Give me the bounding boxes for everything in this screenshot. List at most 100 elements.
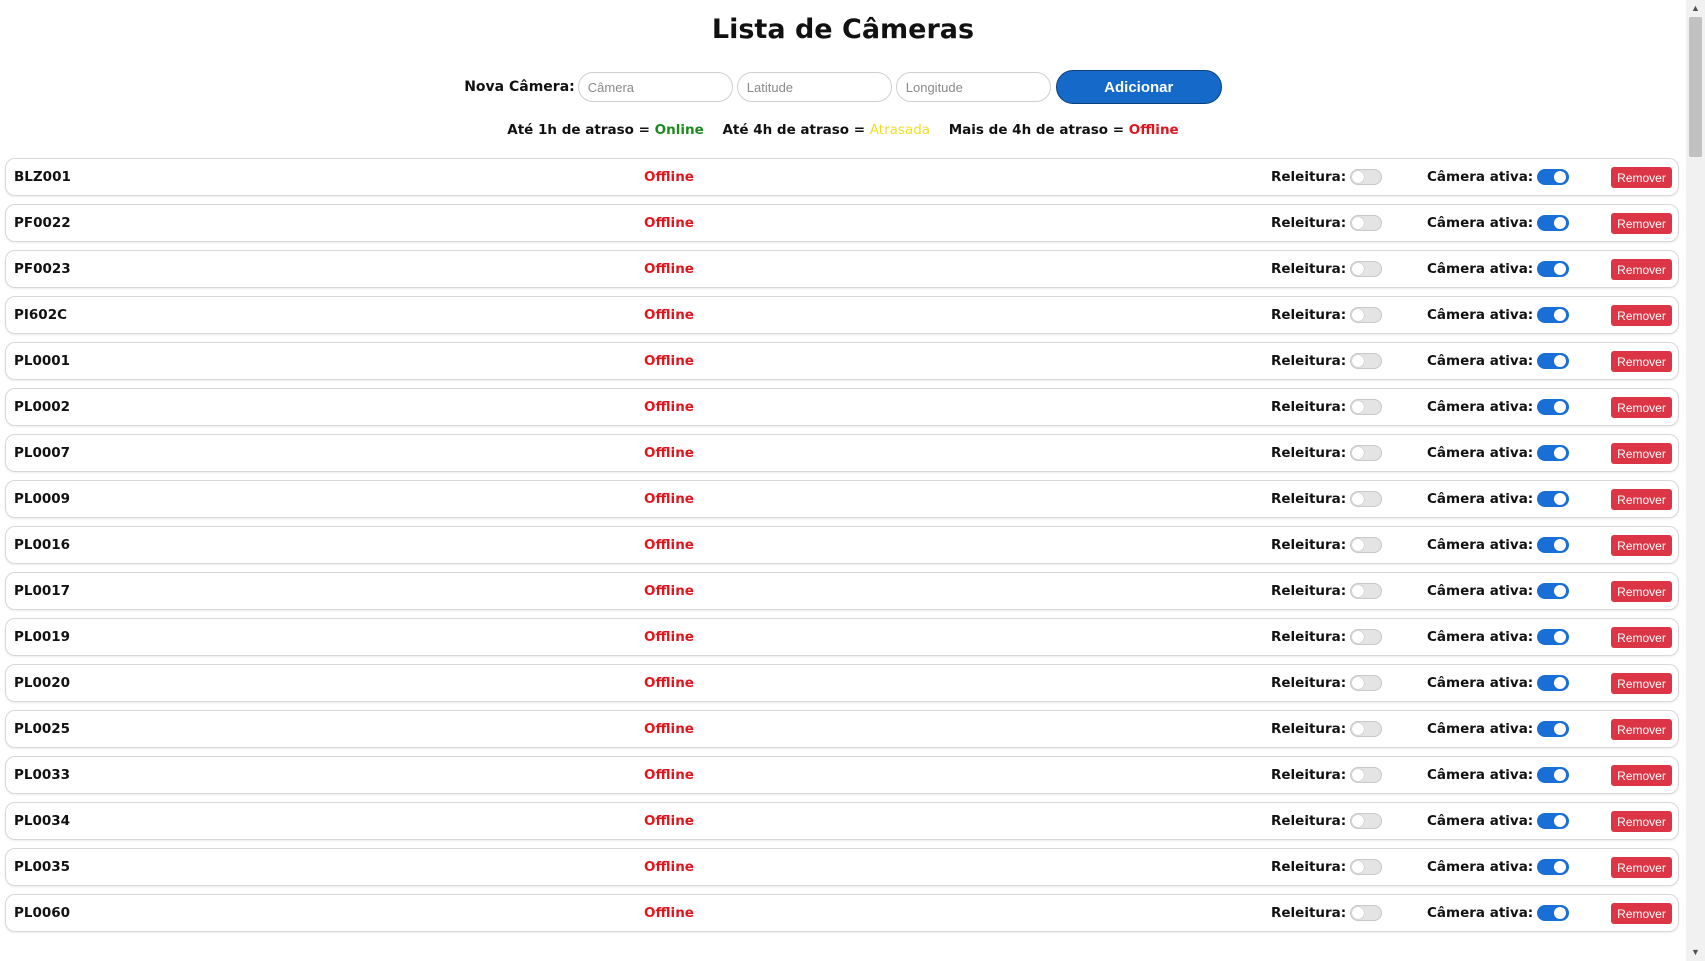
active-label: Câmera ativa: — [1427, 537, 1534, 553]
reread-toggle[interactable] — [1350, 583, 1383, 599]
reread-toggle[interactable] — [1350, 905, 1383, 921]
camera-status: Offline — [644, 353, 694, 369]
camera-row: PL0009 Offline Releitura: Câmera ativa: Remo… — [5, 480, 1679, 518]
toggle-knob — [1352, 769, 1365, 781]
reread-label: Releitura: — [1271, 537, 1347, 553]
remove-button[interactable]: Remover — [1611, 857, 1672, 878]
camera-name: PL0034 — [14, 813, 71, 829]
reread-control: Releitura: — [1271, 711, 1383, 747]
scroll-down-arrow-icon[interactable]: ▼ — [1686, 944, 1705, 961]
active-toggle[interactable] — [1537, 169, 1570, 185]
toggle-knob — [1352, 493, 1365, 505]
camera-status: Offline — [644, 813, 694, 829]
remove-button[interactable]: Remover — [1611, 811, 1672, 832]
toggle-knob — [1554, 585, 1567, 597]
legend-offline-prefix: Mais de 4h de atraso = — [948, 122, 1129, 138]
remove-button[interactable]: Remover — [1611, 719, 1672, 740]
reread-toggle[interactable] — [1350, 813, 1383, 829]
camera-name: PL0002 — [14, 399, 71, 415]
reread-toggle[interactable] — [1350, 767, 1383, 783]
remove-button[interactable]: Remover — [1611, 673, 1672, 694]
reread-label: Releitura: — [1271, 169, 1347, 185]
camera-row: PL0034 Offline Releitura: Câmera ativa: Remo… — [5, 802, 1679, 840]
reread-toggle[interactable] — [1350, 859, 1383, 875]
active-toggle[interactable] — [1537, 353, 1570, 369]
active-toggle[interactable] — [1537, 767, 1570, 783]
active-label: Câmera ativa: — [1427, 261, 1534, 277]
active-toggle[interactable] — [1537, 583, 1570, 599]
active-toggle[interactable] — [1537, 859, 1570, 875]
latitude-input[interactable] — [736, 72, 892, 102]
remove-button[interactable]: Remover — [1611, 581, 1672, 602]
reread-toggle[interactable] — [1350, 675, 1383, 691]
camera-name: PL0017 — [14, 583, 71, 599]
active-label: Câmera ativa: — [1427, 813, 1534, 829]
active-control: Câmera ativa: — [1427, 711, 1570, 747]
active-toggle[interactable] — [1537, 445, 1570, 461]
reread-toggle[interactable] — [1350, 537, 1383, 553]
active-toggle[interactable] — [1537, 905, 1570, 921]
remove-button[interactable]: Remover — [1611, 351, 1672, 372]
camera-row: PL0019 Offline Releitura: Câmera ativa: Remo… — [5, 618, 1679, 656]
remove-button[interactable]: Remover — [1611, 259, 1672, 280]
reread-toggle[interactable] — [1350, 399, 1383, 415]
reread-toggle[interactable] — [1350, 445, 1383, 461]
reread-label: Releitura: — [1271, 675, 1347, 691]
active-control: Câmera ativa: — [1427, 849, 1570, 885]
remove-button[interactable]: Remover — [1611, 627, 1672, 648]
remove-button[interactable]: Remover — [1611, 305, 1672, 326]
active-toggle[interactable] — [1537, 675, 1570, 691]
page-scrollbar[interactable]: ▲ ▼ — [1686, 0, 1705, 961]
active-toggle[interactable] — [1537, 399, 1570, 415]
reread-toggle[interactable] — [1350, 721, 1383, 737]
active-toggle[interactable] — [1537, 491, 1570, 507]
reread-control: Releitura: — [1271, 297, 1383, 333]
remove-button[interactable]: Remover — [1611, 765, 1672, 786]
toggle-knob — [1352, 631, 1365, 643]
reread-toggle[interactable] — [1350, 261, 1383, 277]
reread-label: Releitura: — [1271, 767, 1347, 783]
remove-button[interactable]: Remover — [1611, 903, 1672, 924]
active-toggle[interactable] — [1537, 307, 1570, 323]
camera-name: PL0033 — [14, 767, 71, 783]
camera-status: Offline — [644, 537, 694, 553]
active-control: Câmera ativa: — [1427, 205, 1570, 241]
camera-status: Offline — [644, 721, 694, 737]
reread-toggle[interactable] — [1350, 215, 1383, 231]
camera-status: Offline — [644, 767, 694, 783]
reread-toggle[interactable] — [1350, 629, 1383, 645]
scroll-up-arrow-icon[interactable]: ▲ — [1686, 0, 1705, 17]
toggle-knob — [1554, 309, 1567, 321]
camera-name: PL0025 — [14, 721, 71, 737]
remove-button[interactable]: Remover — [1611, 443, 1672, 464]
active-toggle[interactable] — [1537, 261, 1570, 277]
remove-button[interactable]: Remover — [1611, 489, 1672, 510]
remove-button[interactable]: Remover — [1611, 397, 1672, 418]
active-toggle[interactable] — [1537, 813, 1570, 829]
reread-label: Releitura: — [1271, 307, 1347, 323]
camera-name: PL0009 — [14, 491, 71, 507]
camera-name-input[interactable] — [577, 72, 733, 102]
remove-button[interactable]: Remover — [1611, 213, 1672, 234]
reread-toggle[interactable] — [1350, 169, 1383, 185]
active-toggle[interactable] — [1537, 721, 1570, 737]
camera-status: Offline — [644, 905, 694, 921]
reread-toggle[interactable] — [1350, 353, 1383, 369]
active-toggle[interactable] — [1537, 629, 1570, 645]
active-toggle[interactable] — [1537, 537, 1570, 553]
scroll-thumb[interactable] — [1689, 17, 1702, 157]
camera-status: Offline — [644, 675, 694, 691]
add-camera-button[interactable]: Adicionar — [1055, 70, 1222, 104]
active-control: Câmera ativa: — [1427, 757, 1570, 793]
camera-row: PL0020 Offline Releitura: Câmera ativa: Remo… — [5, 664, 1679, 702]
remove-button[interactable]: Remover — [1611, 167, 1672, 188]
remove-button[interactable]: Remover — [1611, 535, 1672, 556]
legend-online-prefix: Até 1h de atraso = — [507, 122, 655, 138]
active-label: Câmera ativa: — [1427, 169, 1534, 185]
active-control: Câmera ativa: — [1427, 619, 1570, 655]
active-toggle[interactable] — [1537, 215, 1570, 231]
page-title: Lista de Câmeras — [711, 14, 975, 45]
longitude-input[interactable] — [895, 72, 1051, 102]
reread-toggle[interactable] — [1350, 491, 1383, 507]
reread-toggle[interactable] — [1350, 307, 1383, 323]
